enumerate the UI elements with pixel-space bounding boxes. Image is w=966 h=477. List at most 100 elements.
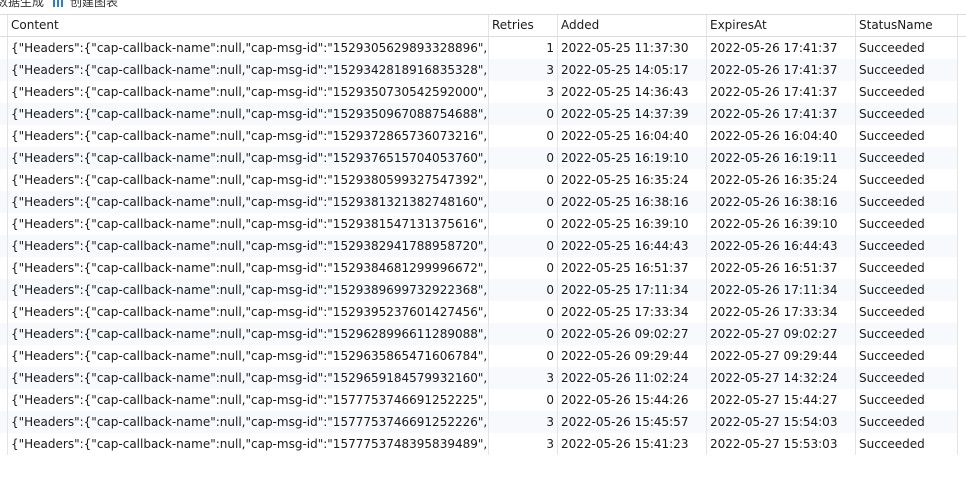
statusname-cell[interactable]: Succeeded [856, 279, 958, 301]
added-cell[interactable]: 2022-05-25 16:38:16 [558, 191, 707, 213]
row-indicator[interactable] [0, 59, 8, 81]
statusname-cell[interactable]: Succeeded [856, 147, 958, 169]
row-indicator[interactable] [0, 125, 8, 147]
added-cell[interactable]: 2022-05-25 16:35:24 [558, 169, 707, 191]
retries-cell[interactable]: 1 [489, 37, 558, 59]
retries-cell[interactable]: 0 [489, 301, 558, 323]
content-cell[interactable]: {"Headers":{"cap-callback-name":null,"ca… [8, 257, 489, 279]
expiresat-cell[interactable]: 2022-05-26 16:44:43 [707, 235, 856, 257]
expiresat-cell[interactable]: 2022-05-27 15:54:03 [707, 411, 856, 433]
expiresat-cell[interactable]: 2022-05-26 17:41:37 [707, 81, 856, 103]
retries-cell[interactable]: 3 [489, 367, 558, 389]
row-indicator-header[interactable] [0, 15, 8, 36]
column-header-added[interactable]: Added [558, 15, 707, 36]
row-indicator[interactable] [0, 37, 8, 59]
content-cell[interactable]: {"Headers":{"cap-callback-name":null,"ca… [8, 279, 489, 301]
added-cell[interactable]: 2022-05-25 11:37:30 [558, 37, 707, 59]
added-cell[interactable]: 2022-05-25 16:04:40 [558, 125, 707, 147]
expiresat-cell[interactable]: 2022-05-26 17:41:37 [707, 103, 856, 125]
expiresat-cell[interactable]: 2022-05-26 17:41:37 [707, 37, 856, 59]
table-row[interactable]: {"Headers":{"cap-callback-name":null,"ca… [0, 345, 966, 367]
content-cell[interactable]: {"Headers":{"cap-callback-name":null,"ca… [8, 103, 489, 125]
expiresat-cell[interactable]: 2022-05-27 09:29:44 [707, 345, 856, 367]
retries-cell[interactable]: 0 [489, 389, 558, 411]
column-header-retries[interactable]: Retries [489, 15, 558, 36]
retries-cell[interactable]: 0 [489, 213, 558, 235]
row-indicator[interactable] [0, 169, 8, 191]
retries-cell[interactable]: 0 [489, 345, 558, 367]
expiresat-cell[interactable]: 2022-05-26 16:19:11 [707, 147, 856, 169]
retries-cell[interactable]: 0 [489, 191, 558, 213]
added-cell[interactable]: 2022-05-25 16:39:10 [558, 213, 707, 235]
content-cell[interactable]: {"Headers":{"cap-callback-name":null,"ca… [8, 147, 489, 169]
retries-cell[interactable]: 3 [489, 81, 558, 103]
table-row[interactable]: {"Headers":{"cap-callback-name":null,"ca… [0, 191, 966, 213]
statusname-cell[interactable]: Succeeded [856, 257, 958, 279]
statusname-cell[interactable]: Succeeded [856, 169, 958, 191]
row-indicator[interactable] [0, 191, 8, 213]
column-header-statusname[interactable]: StatusName [856, 15, 958, 36]
row-indicator[interactable] [0, 433, 8, 455]
table-row[interactable]: {"Headers":{"cap-callback-name":null,"ca… [0, 103, 966, 125]
table-row[interactable]: {"Headers":{"cap-callback-name":null,"ca… [0, 125, 966, 147]
content-cell[interactable]: {"Headers":{"cap-callback-name":null,"ca… [8, 389, 489, 411]
table-row[interactable]: {"Headers":{"cap-callback-name":null,"ca… [0, 59, 966, 81]
table-row[interactable]: {"Headers":{"cap-callback-name":null,"ca… [0, 81, 966, 103]
content-cell[interactable]: {"Headers":{"cap-callback-name":null,"ca… [8, 345, 489, 367]
table-row[interactable]: {"Headers":{"cap-callback-name":null,"ca… [0, 37, 966, 59]
expiresat-cell[interactable]: 2022-05-27 15:53:03 [707, 433, 856, 455]
retries-cell[interactable]: 3 [489, 59, 558, 81]
content-cell[interactable]: {"Headers":{"cap-callback-name":null,"ca… [8, 213, 489, 235]
expiresat-cell[interactable]: 2022-05-26 17:33:34 [707, 301, 856, 323]
table-row[interactable]: {"Headers":{"cap-callback-name":null,"ca… [0, 433, 966, 455]
row-indicator[interactable] [0, 81, 8, 103]
content-cell[interactable]: {"Headers":{"cap-callback-name":null,"ca… [8, 59, 489, 81]
row-indicator[interactable] [0, 257, 8, 279]
table-row[interactable]: {"Headers":{"cap-callback-name":null,"ca… [0, 279, 966, 301]
statusname-cell[interactable]: Succeeded [856, 345, 958, 367]
table-row[interactable]: {"Headers":{"cap-callback-name":null,"ca… [0, 301, 966, 323]
retries-cell[interactable]: 0 [489, 235, 558, 257]
retries-cell[interactable]: 0 [489, 279, 558, 301]
added-cell[interactable]: 2022-05-26 11:02:24 [558, 367, 707, 389]
content-cell[interactable]: {"Headers":{"cap-callback-name":null,"ca… [8, 81, 489, 103]
statusname-cell[interactable]: Succeeded [856, 367, 958, 389]
column-header-content[interactable]: Content [8, 15, 489, 36]
content-cell[interactable]: {"Headers":{"cap-callback-name":null,"ca… [8, 125, 489, 147]
expiresat-cell[interactable]: 2022-05-26 17:11:34 [707, 279, 856, 301]
expiresat-cell[interactable]: 2022-05-27 15:44:27 [707, 389, 856, 411]
statusname-cell[interactable]: Succeeded [856, 103, 958, 125]
added-cell[interactable]: 2022-05-26 09:02:27 [558, 323, 707, 345]
content-cell[interactable]: {"Headers":{"cap-callback-name":null,"ca… [8, 301, 489, 323]
added-cell[interactable]: 2022-05-26 15:41:23 [558, 433, 707, 455]
statusname-cell[interactable]: Succeeded [856, 411, 958, 433]
retries-cell[interactable]: 0 [489, 169, 558, 191]
statusname-cell[interactable]: Succeeded [856, 433, 958, 455]
row-indicator[interactable] [0, 147, 8, 169]
content-cell[interactable]: {"Headers":{"cap-callback-name":null,"ca… [8, 323, 489, 345]
table-row[interactable]: {"Headers":{"cap-callback-name":null,"ca… [0, 257, 966, 279]
row-indicator[interactable] [0, 301, 8, 323]
expiresat-cell[interactable]: 2022-05-27 14:32:24 [707, 367, 856, 389]
added-cell[interactable]: 2022-05-26 09:29:44 [558, 345, 707, 367]
statusname-cell[interactable]: Succeeded [856, 235, 958, 257]
data-generate-button[interactable]: 数据生成 [0, 0, 44, 8]
expiresat-cell[interactable]: 2022-05-26 16:51:37 [707, 257, 856, 279]
expiresat-cell[interactable]: 2022-05-26 16:38:16 [707, 191, 856, 213]
row-indicator[interactable] [0, 345, 8, 367]
content-cell[interactable]: {"Headers":{"cap-callback-name":null,"ca… [8, 367, 489, 389]
row-indicator[interactable] [0, 213, 8, 235]
statusname-cell[interactable]: Succeeded [856, 81, 958, 103]
expiresat-cell[interactable]: 2022-05-26 17:41:37 [707, 59, 856, 81]
table-row[interactable]: {"Headers":{"cap-callback-name":null,"ca… [0, 213, 966, 235]
content-cell[interactable]: {"Headers":{"cap-callback-name":null,"ca… [8, 191, 489, 213]
statusname-cell[interactable]: Succeeded [856, 389, 958, 411]
retries-cell[interactable]: 0 [489, 125, 558, 147]
statusname-cell[interactable]: Succeeded [856, 191, 958, 213]
added-cell[interactable]: 2022-05-25 14:36:43 [558, 81, 707, 103]
row-indicator[interactable] [0, 103, 8, 125]
table-row[interactable]: {"Headers":{"cap-callback-name":null,"ca… [0, 367, 966, 389]
statusname-cell[interactable]: Succeeded [856, 125, 958, 147]
added-cell[interactable]: 2022-05-25 14:05:17 [558, 59, 707, 81]
table-row[interactable]: {"Headers":{"cap-callback-name":null,"ca… [0, 323, 966, 345]
